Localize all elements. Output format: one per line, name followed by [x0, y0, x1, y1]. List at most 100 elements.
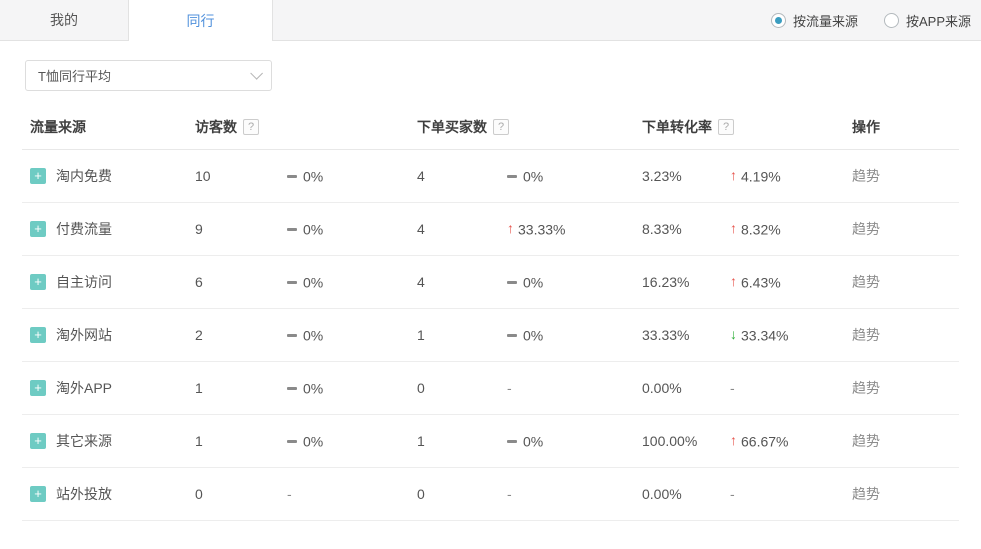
visitors-change: 0% [287, 309, 417, 362]
up-arrow-icon: ↑ [507, 220, 514, 236]
buyers-value: 4 [417, 203, 507, 256]
view-mode-radio-group: 按流量来源 按APP来源 [771, 0, 971, 41]
table-row: +付费流量 9 0% 4 ↑33.33% 8.33% ↑8.32% 趋势 [22, 203, 959, 256]
buyers-change: ↑33.33% [507, 203, 642, 256]
traffic-source-label: 淘外APP [56, 380, 112, 396]
buyers-change: - [507, 362, 642, 415]
table-body: +淘内免费 10 0% 4 0% 3.23% ↑4.19% 趋势 +付费流量 9… [22, 150, 959, 521]
visitors-change: 0% [287, 150, 417, 203]
flat-dash-icon [287, 228, 297, 231]
filter-row: T恤同行平均 [25, 60, 981, 91]
expand-plus-icon[interactable]: + [30, 168, 46, 184]
buyers-change: 0% [507, 415, 642, 468]
visitors-value: 6 [195, 256, 287, 309]
conversion-value: 0.00% [642, 362, 730, 415]
tab-mine[interactable]: 我的 [0, 0, 128, 40]
trend-link[interactable]: 趋势 [852, 327, 880, 343]
table-header-row: 流量来源 访客数? 下单买家数? 下单转化率? 操作 [22, 107, 959, 150]
down-arrow-icon: ↓ [730, 326, 737, 342]
up-arrow-icon: ↑ [730, 432, 737, 448]
conversion-change: ↑66.67% [730, 415, 852, 468]
table-row: +淘外APP 1 0% 0 - 0.00% - 趋势 [22, 362, 959, 415]
conversion-change: ↑4.19% [730, 150, 852, 203]
header-visitors-change [287, 107, 417, 150]
radio-label: 按流量来源 [793, 11, 858, 30]
traffic-source-label: 其它来源 [56, 433, 112, 449]
help-icon[interactable]: ? [493, 119, 509, 135]
visitors-value: 2 [195, 309, 287, 362]
visitors-value: 0 [195, 468, 287, 521]
help-icon[interactable]: ? [243, 119, 259, 135]
buyers-change: 0% [507, 256, 642, 309]
flat-dash-icon [507, 281, 517, 284]
conversion-value: 8.33% [642, 203, 730, 256]
trend-link[interactable]: 趋势 [852, 486, 880, 502]
conversion-change: - [730, 362, 852, 415]
traffic-source-label: 付费流量 [56, 221, 112, 237]
header-actions: 操作 [852, 107, 959, 150]
expand-plus-icon[interactable]: + [30, 327, 46, 343]
select-value: T恤同行平均 [38, 66, 111, 85]
table-row: + 自主访问 6 0% 4 0% 16.23% ↑6.43% 趋势 [22, 256, 959, 309]
flat-dash-icon [507, 334, 517, 337]
header-order-buyers: 下单买家数? [417, 107, 507, 150]
flat-dash-icon [287, 387, 297, 390]
flat-dash-icon [287, 440, 297, 443]
header-conversion-change [730, 107, 852, 150]
buyers-value: 0 [417, 468, 507, 521]
buyers-value: 4 [417, 256, 507, 309]
conversion-change: ↑6.43% [730, 256, 852, 309]
conversion-change: ↑8.32% [730, 203, 852, 256]
trend-link[interactable]: 趋势 [852, 168, 880, 184]
visitors-value: 9 [195, 203, 287, 256]
table-row: +其它来源 1 0% 1 0% 100.00% ↑66.67% 趋势 [22, 415, 959, 468]
table-row: +淘内免费 10 0% 4 0% 3.23% ↑4.19% 趋势 [22, 150, 959, 203]
traffic-source-label: 淘内免费 [56, 168, 112, 184]
flat-dash-icon [287, 175, 297, 178]
visitors-change: 0% [287, 256, 417, 309]
traffic-source-label: 自主访问 [56, 274, 112, 290]
flat-dash-icon [287, 281, 297, 284]
header-visitors: 访客数? [195, 107, 287, 150]
header-conversion-rate: 下单转化率? [642, 107, 730, 150]
visitors-change: - [287, 468, 417, 521]
table-row: +淘外网站 2 0% 1 0% 33.33% ↓33.34% 趋势 [22, 309, 959, 362]
traffic-table: 流量来源 访客数? 下单买家数? 下单转化率? 操作 +淘内免费 10 0% 4… [22, 107, 959, 521]
radio-selected-icon[interactable] [771, 13, 786, 28]
expand-plus-icon[interactable]: + [30, 221, 46, 237]
visitors-value: 1 [195, 362, 287, 415]
buyers-change: - [507, 468, 642, 521]
header-buyers-change [507, 107, 642, 150]
expand-plus-icon[interactable]: + [30, 433, 46, 449]
flat-dash-icon [287, 334, 297, 337]
trend-link[interactable]: 趋势 [852, 380, 880, 396]
traffic-source-label: 淘外网站 [56, 327, 112, 343]
up-arrow-icon: ↑ [730, 220, 737, 236]
trend-link[interactable]: 趋势 [852, 274, 880, 290]
tab-bar: 我的 同行 按流量来源 按APP来源 [0, 0, 981, 41]
expand-plus-icon[interactable]: + [30, 274, 46, 290]
trend-link[interactable]: 趋势 [852, 433, 880, 449]
radio-unselected-icon[interactable] [884, 13, 899, 28]
conversion-value: 100.00% [642, 415, 730, 468]
visitors-value: 10 [195, 150, 287, 203]
conversion-value: 0.00% [642, 468, 730, 521]
tab-peers[interactable]: 同行 [128, 0, 273, 41]
buyers-change: 0% [507, 150, 642, 203]
conversion-value: 16.23% [642, 256, 730, 309]
visitors-change: 0% [287, 415, 417, 468]
radio-by-traffic-source[interactable]: 按流量来源 [771, 11, 858, 30]
chevron-down-icon [250, 67, 263, 80]
expand-plus-icon[interactable]: + [30, 486, 46, 502]
conversion-change: - [730, 468, 852, 521]
conversion-value: 33.33% [642, 309, 730, 362]
expand-plus-icon[interactable]: + [30, 380, 46, 396]
radio-by-app-source[interactable]: 按APP来源 [884, 11, 971, 30]
buyers-value: 0 [417, 362, 507, 415]
peer-average-select[interactable]: T恤同行平均 [25, 60, 272, 91]
visitors-value: 1 [195, 415, 287, 468]
help-icon[interactable]: ? [718, 119, 734, 135]
trend-link[interactable]: 趋势 [852, 221, 880, 237]
radio-label: 按APP来源 [906, 11, 971, 30]
buyers-change: 0% [507, 309, 642, 362]
